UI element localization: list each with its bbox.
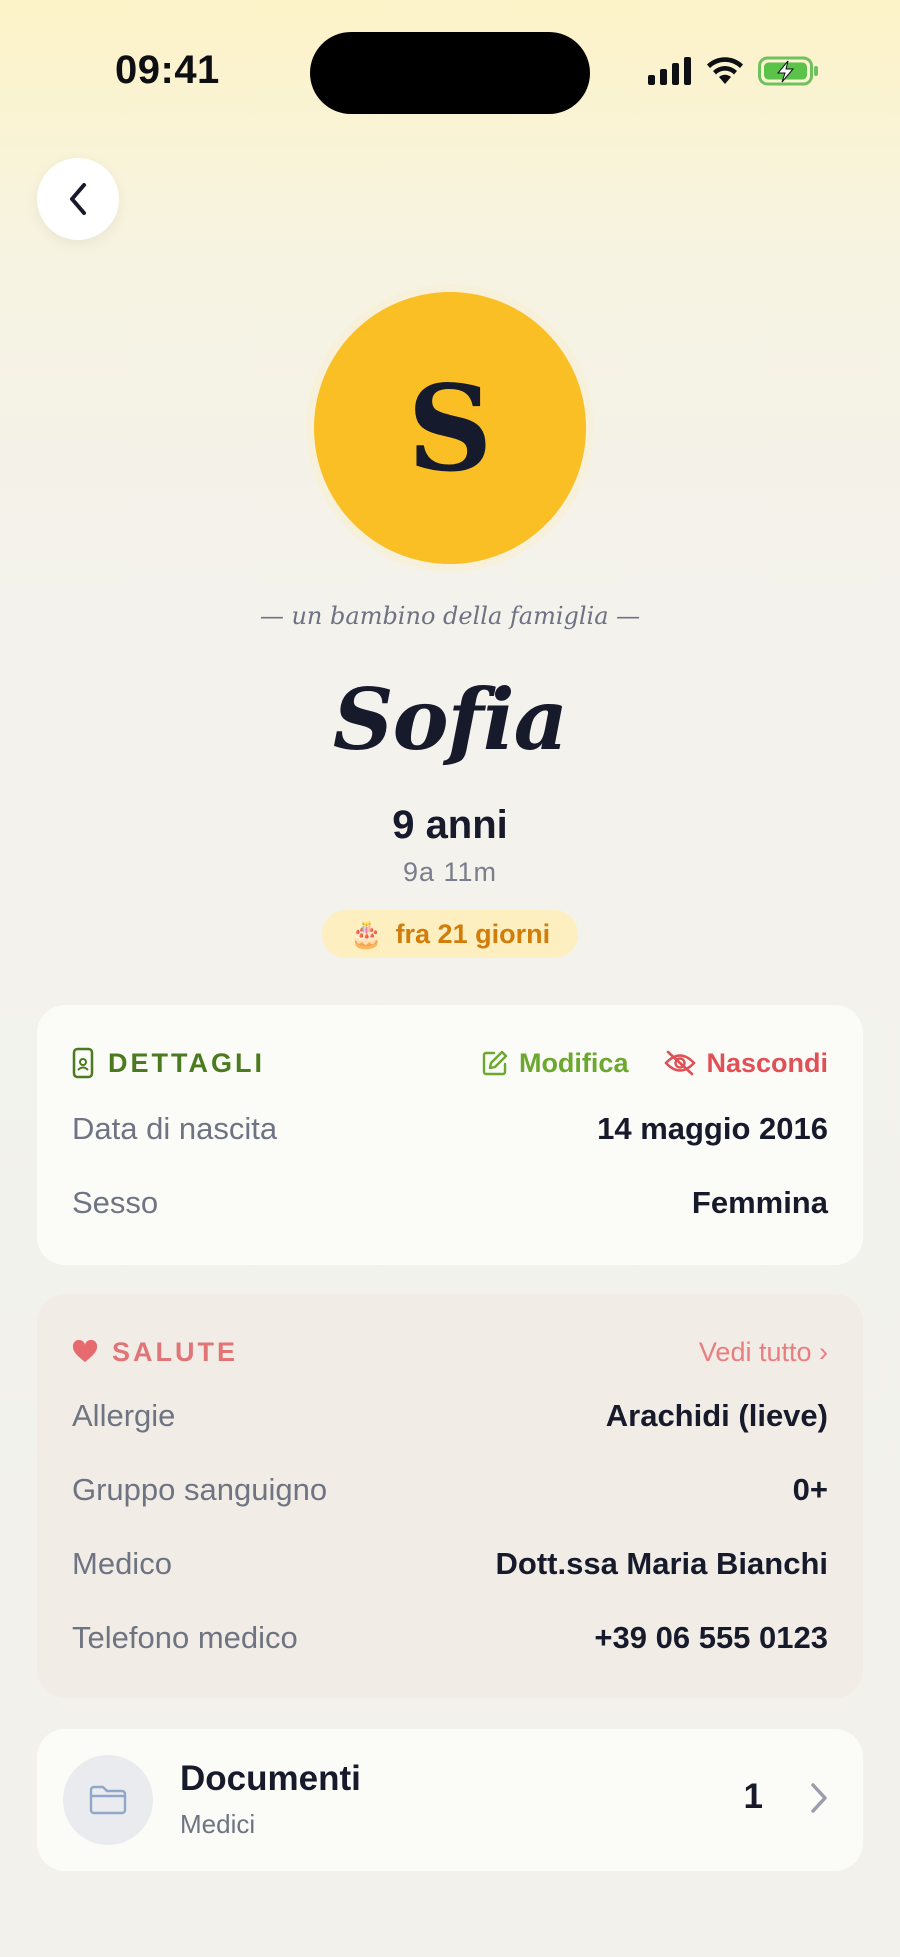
detail-row-birthdate: Data di nascita 14 maggio 2016: [72, 1109, 828, 1149]
health-value: Dott.ssa Maria Bianchi: [495, 1546, 828, 1581]
status-icons: [648, 56, 820, 86]
detail-value: Femmina: [691, 1185, 828, 1220]
battery-charging-icon: [758, 56, 818, 86]
health-row-allergies: Allergie Arachidi (lieve): [72, 1396, 828, 1436]
edit-label: Modifica: [518, 1047, 629, 1078]
dynamic-island: [310, 32, 590, 114]
detail-label: Sesso: [72, 1185, 159, 1220]
detail-label: Data di nascita: [72, 1111, 278, 1146]
detail-row-sex: Sesso Femmina: [72, 1183, 828, 1223]
heart-icon: [72, 1340, 98, 1362]
birthday-countdown: fra 21 giorni: [395, 918, 551, 949]
profile-name: Sofia: [332, 670, 568, 769]
health-label: Allergie: [72, 1398, 176, 1433]
avatar[interactable]: S: [314, 292, 586, 564]
health-value: 0+: [792, 1472, 828, 1507]
phone-icon: [72, 1047, 94, 1079]
documents-row[interactable]: Documenti Medici 1: [37, 1729, 863, 1871]
see-all-link[interactable]: Vedi tutto ›: [699, 1337, 828, 1368]
health-row-doctor: Medico Dott.ssa Maria Bianchi: [72, 1544, 828, 1584]
hide-button[interactable]: Nascondi: [664, 1048, 828, 1079]
edit-icon: [482, 1050, 508, 1076]
documents-count: 1: [743, 1777, 763, 1816]
details-card: DETTAGLI Modifica Nascondi Data di nasci: [37, 1005, 863, 1265]
health-header: SALUTE: [72, 1337, 238, 1368]
see-all-label: Vedi tutto ›: [698, 1336, 828, 1367]
health-label: Medico: [72, 1546, 172, 1581]
back-button[interactable]: [37, 158, 119, 240]
health-value: Arachidi (lieve): [605, 1398, 828, 1433]
profile-age: 9 anni: [392, 803, 508, 847]
health-title: SALUTE: [112, 1336, 238, 1367]
edit-button[interactable]: Modifica: [481, 1047, 629, 1079]
chevron-right-icon: [811, 1783, 827, 1813]
avatar-ring: S: [306, 284, 594, 572]
details-title: DETTAGLI: [108, 1047, 265, 1078]
health-card: SALUTE Vedi tutto › Allergie Arachidi (l…: [37, 1294, 863, 1698]
chevron-left-icon: [70, 183, 86, 215]
birthday-badge: 🎂 fra 21 giorni: [321, 910, 579, 958]
details-header: DETTAGLI: [72, 1047, 265, 1079]
folder-icon-wrap: [63, 1755, 153, 1845]
folder-icon: [89, 1785, 127, 1815]
status-time: 09:41: [115, 48, 220, 92]
health-label: Telefono medico: [72, 1620, 298, 1655]
health-row-blood-type: Gruppo sanguigno 0+: [72, 1470, 828, 1510]
health-value[interactable]: +39 06 555 0123: [594, 1620, 828, 1656]
detail-value: 14 maggio 2016: [597, 1111, 828, 1146]
hide-label: Nascondi: [706, 1047, 828, 1078]
documents-subtitle: Medici: [180, 1809, 256, 1839]
eye-slash-icon: [664, 1050, 697, 1076]
profile-subtitle: — un bambino della famiglia —: [259, 602, 641, 630]
documents-title: Documenti: [180, 1759, 361, 1798]
cellular-signal-icon: [648, 57, 691, 85]
health-label: Gruppo sanguigno: [72, 1472, 328, 1507]
avatar-letter: S: [407, 358, 493, 498]
health-row-doctor-phone: Telefono medico +39 06 555 0123: [72, 1618, 828, 1658]
profile-age-detail: 9a 11m: [402, 857, 498, 887]
wifi-icon: [707, 57, 743, 84]
birthday-cake-icon: 🎂: [349, 919, 384, 949]
